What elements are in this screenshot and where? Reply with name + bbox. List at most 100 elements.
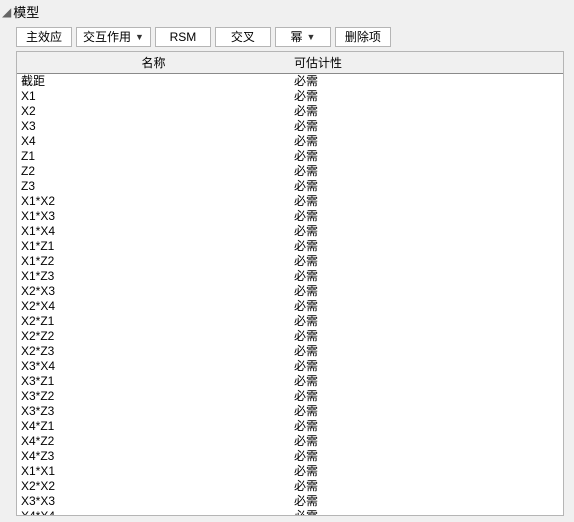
- cell-estimability: 必需: [290, 344, 563, 359]
- cross-label: 交叉: [231, 28, 255, 46]
- table-row[interactable]: X1必需: [17, 89, 563, 104]
- cell-name: X1*X2: [17, 194, 290, 209]
- cell-estimability: 必需: [290, 149, 563, 164]
- table-row[interactable]: X4*Z1必需: [17, 419, 563, 434]
- cell-name: X3*X3: [17, 494, 290, 509]
- table-body: 截距必需X1必需X2必需X3必需X4必需Z1必需Z2必需Z3必需X1*X2必需X…: [17, 74, 563, 515]
- cell-estimability: 必需: [290, 404, 563, 419]
- main-effects-button[interactable]: 主效应: [16, 27, 72, 47]
- cell-estimability: 必需: [290, 74, 563, 89]
- panel-title: 模型: [13, 2, 39, 21]
- cell-name: X1*X4: [17, 224, 290, 239]
- cell-name: X4: [17, 134, 290, 149]
- remove-term-button[interactable]: 删除项: [335, 27, 391, 47]
- cell-name: 截距: [17, 74, 290, 89]
- table-row[interactable]: Z3必需: [17, 179, 563, 194]
- column-header-estimability[interactable]: 可估计性: [290, 52, 563, 73]
- table-row[interactable]: X3*Z1必需: [17, 374, 563, 389]
- table-row[interactable]: X4*X4必需: [17, 509, 563, 515]
- table-row[interactable]: X3必需: [17, 119, 563, 134]
- cell-estimability: 必需: [290, 269, 563, 284]
- disclosure-triangle-icon[interactable]: ◢: [2, 6, 11, 18]
- cell-name: X4*X4: [17, 509, 290, 515]
- toolbar: 主效应 交互作用 ▼ RSM 交叉 幂 ▼ 删除项: [0, 23, 574, 51]
- table-row[interactable]: Z1必需: [17, 149, 563, 164]
- table-row[interactable]: X2必需: [17, 104, 563, 119]
- cell-name: X4*Z3: [17, 449, 290, 464]
- table-row[interactable]: X1*X3必需: [17, 209, 563, 224]
- cell-estimability: 必需: [290, 119, 563, 134]
- cell-name: X4*Z2: [17, 434, 290, 449]
- cell-estimability: 必需: [290, 509, 563, 515]
- cell-estimability: 必需: [290, 299, 563, 314]
- cell-estimability: 必需: [290, 239, 563, 254]
- main-effects-label: 主效应: [26, 28, 62, 46]
- cell-estimability: 必需: [290, 89, 563, 104]
- table-row[interactable]: X3*Z3必需: [17, 404, 563, 419]
- cell-name: X2*Z2: [17, 329, 290, 344]
- cell-estimability: 必需: [290, 314, 563, 329]
- table-row[interactable]: X3*X4必需: [17, 359, 563, 374]
- cell-estimability: 必需: [290, 254, 563, 269]
- panel-header[interactable]: ◢ 模型: [0, 0, 574, 23]
- cell-name: X3*Z3: [17, 404, 290, 419]
- table-row[interactable]: X1*Z3必需: [17, 269, 563, 284]
- cell-estimability: 必需: [290, 179, 563, 194]
- cell-name: X2*Z1: [17, 314, 290, 329]
- cell-estimability: 必需: [290, 194, 563, 209]
- table-row[interactable]: X1*Z1必需: [17, 239, 563, 254]
- column-header-name[interactable]: 名称: [17, 52, 290, 73]
- interactions-label: 交互作用: [83, 28, 131, 46]
- model-panel: ◢ 模型 主效应 交互作用 ▼ RSM 交叉 幂 ▼ 删除项 名称 可估计性 截…: [0, 0, 574, 522]
- table-row[interactable]: X2*Z2必需: [17, 329, 563, 344]
- cell-estimability: 必需: [290, 419, 563, 434]
- cell-name: X4*Z1: [17, 419, 290, 434]
- table-row[interactable]: X4必需: [17, 134, 563, 149]
- cell-estimability: 必需: [290, 329, 563, 344]
- cell-name: X2: [17, 104, 290, 119]
- model-terms-table: 名称 可估计性 截距必需X1必需X2必需X3必需X4必需Z1必需Z2必需Z3必需…: [16, 51, 564, 516]
- rsm-label: RSM: [170, 28, 197, 46]
- cell-name: X1*X1: [17, 464, 290, 479]
- power-button[interactable]: 幂 ▼: [275, 27, 331, 47]
- cell-name: X1*Z1: [17, 239, 290, 254]
- cell-name: Z2: [17, 164, 290, 179]
- cell-name: X3*X4: [17, 359, 290, 374]
- cell-estimability: 必需: [290, 359, 563, 374]
- cell-estimability: 必需: [290, 479, 563, 494]
- cell-estimability: 必需: [290, 209, 563, 224]
- table-row[interactable]: X1*Z2必需: [17, 254, 563, 269]
- cell-name: X1*Z2: [17, 254, 290, 269]
- table-row[interactable]: X1*X1必需: [17, 464, 563, 479]
- table-row[interactable]: X2*X4必需: [17, 299, 563, 314]
- cross-button[interactable]: 交叉: [215, 27, 271, 47]
- cell-name: X3*Z2: [17, 389, 290, 404]
- cell-estimability: 必需: [290, 164, 563, 179]
- cell-name: X3*Z1: [17, 374, 290, 389]
- table-row[interactable]: X4*Z3必需: [17, 449, 563, 464]
- table-row[interactable]: X1*X2必需: [17, 194, 563, 209]
- table-row[interactable]: X1*X4必需: [17, 224, 563, 239]
- cell-estimability: 必需: [290, 284, 563, 299]
- cell-name: Z3: [17, 179, 290, 194]
- cell-estimability: 必需: [290, 494, 563, 509]
- table-row[interactable]: X4*Z2必需: [17, 434, 563, 449]
- table-header: 名称 可估计性: [17, 52, 563, 74]
- caret-down-icon: ▼: [135, 28, 144, 46]
- power-label: 幂: [290, 28, 302, 46]
- rsm-button[interactable]: RSM: [155, 27, 211, 47]
- table-row[interactable]: X3*X3必需: [17, 494, 563, 509]
- table-row[interactable]: X2*Z3必需: [17, 344, 563, 359]
- cell-estimability: 必需: [290, 389, 563, 404]
- table-row[interactable]: X3*Z2必需: [17, 389, 563, 404]
- cell-name: X1*X3: [17, 209, 290, 224]
- cell-estimability: 必需: [290, 449, 563, 464]
- table-row[interactable]: X2*X3必需: [17, 284, 563, 299]
- cell-name: X1: [17, 89, 290, 104]
- remove-term-label: 删除项: [345, 28, 381, 46]
- interactions-button[interactable]: 交互作用 ▼: [76, 27, 151, 47]
- table-row[interactable]: 截距必需: [17, 74, 563, 89]
- table-row[interactable]: X2*X2必需: [17, 479, 563, 494]
- table-row[interactable]: X2*Z1必需: [17, 314, 563, 329]
- table-row[interactable]: Z2必需: [17, 164, 563, 179]
